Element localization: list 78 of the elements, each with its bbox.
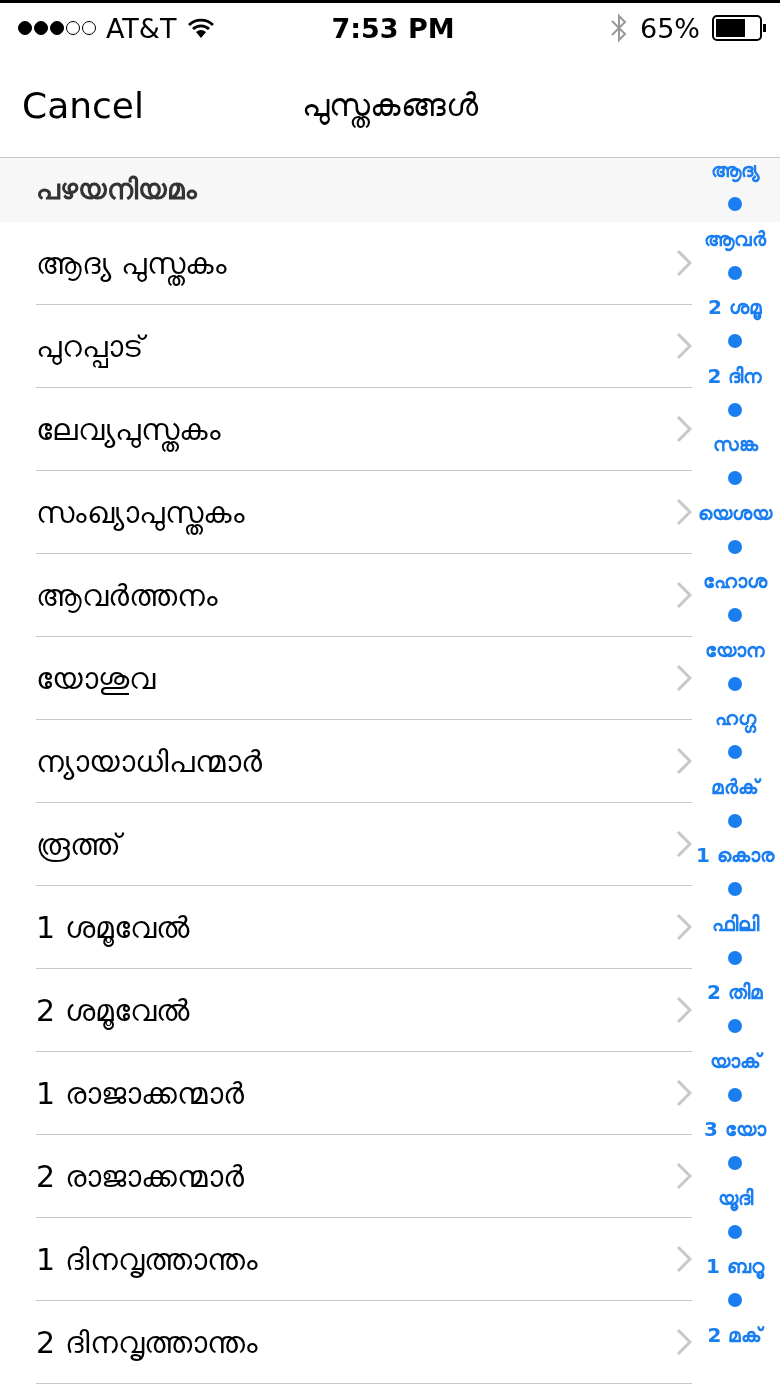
chevron-icon: [676, 249, 692, 277]
chevron-icon: [676, 415, 692, 443]
book-title: രൂത്ത്: [36, 824, 676, 864]
index-dot-icon: [728, 676, 742, 691]
book-title: ന്യായാധിപന്മാർ: [36, 742, 263, 781]
book-row[interactable]: ന്യായാധിപന്മാർ: [36, 720, 692, 803]
book-row[interactable]: യോശുവ: [36, 637, 692, 720]
index-dot-icon: [728, 745, 742, 760]
book-row[interactable]: 1 ദിനവൃത്താന്തം: [36, 1218, 692, 1301]
carrier-name: AT&T: [106, 12, 177, 44]
book-row[interactable]: ലേവ്യപുസ്തകം: [36, 388, 692, 471]
index-entry[interactable]: 1 കൊര: [696, 843, 774, 867]
index-entry[interactable]: ഹോശ: [703, 569, 767, 593]
index-entry[interactable]: യോന: [705, 637, 765, 662]
index-dot-icon: [728, 334, 742, 349]
index-entry[interactable]: ഫിലി: [711, 911, 759, 936]
battery-icon: [712, 15, 768, 41]
index-dot-icon: [728, 950, 742, 965]
index-entry[interactable]: 2 ദിന: [707, 363, 763, 388]
section-title: പഴയനിയമം: [36, 173, 197, 207]
index-dot-icon: [728, 882, 742, 897]
index-dot-icon: [728, 608, 742, 623]
index-dot-icon: [728, 1293, 742, 1308]
index-dot-icon: [728, 402, 742, 417]
index-entry[interactable]: സങ്ക: [712, 432, 758, 456]
book-row[interactable]: ആവർത്തനം: [36, 554, 692, 637]
index-dot-icon: [728, 539, 742, 554]
index-dot-icon: [728, 1224, 742, 1239]
chevron-icon: [676, 332, 692, 360]
index-entry[interactable]: 2 മക്: [707, 1322, 763, 1347]
index-dot-icon: [728, 265, 742, 280]
battery-percent: 65%: [640, 12, 700, 44]
index-entry[interactable]: 2 തിമ: [707, 980, 763, 1004]
index-entry[interactable]: 3 യോ: [704, 1117, 766, 1141]
chevron-icon: [676, 1162, 692, 1190]
index-dot-icon: [728, 1019, 742, 1034]
book-row[interactable]: പുറപ്പാട്: [36, 305, 692, 388]
book-row[interactable]: 2 ദിനവൃത്താന്തം: [36, 1301, 692, 1384]
index-dot-icon: [728, 1156, 742, 1171]
book-title: 1 ദിനവൃത്താന്തം: [36, 1240, 259, 1279]
book-row[interactable]: 1 രാജാക്കന്മാർ: [36, 1052, 692, 1135]
chevron-icon: [676, 498, 692, 526]
index-entry[interactable]: ആവർ: [704, 226, 766, 251]
index-dot-icon: [728, 813, 742, 828]
wifi-icon: [186, 16, 217, 40]
book-title: 2 ദിനവൃത്താന്തം: [36, 1323, 259, 1362]
book-title: പുറപ്പാട്: [36, 326, 676, 366]
chevron-icon: [676, 1079, 692, 1107]
book-title: യോശുവ: [36, 659, 157, 698]
book-row[interactable]: സംഖ്യാപുസ്തകം: [36, 471, 692, 554]
chevron-icon: [676, 1328, 692, 1356]
chevron-icon: [676, 996, 692, 1024]
book-title: 2 ശമൂവേൽ: [36, 991, 191, 1030]
cancel-button[interactable]: Cancel: [0, 84, 144, 126]
clock: 7:53 PM: [331, 12, 455, 44]
index-entry[interactable]: യൂദി: [717, 1185, 753, 1210]
book-row[interactable]: 2 ശമൂവേൽ: [36, 969, 692, 1052]
index-entry[interactable]: 2 ശമൂ: [708, 295, 762, 319]
index-dot-icon: [728, 471, 742, 486]
chevron-icon: [676, 1245, 692, 1273]
index-entry[interactable]: യെശയ: [698, 500, 772, 525]
index-dot-icon: [728, 1087, 742, 1102]
book-row[interactable]: ആദ്യ പുസ്തകം: [36, 222, 692, 305]
chevron-icon: [676, 747, 692, 775]
chevron-icon: [676, 664, 692, 692]
chevron-icon: [676, 913, 692, 941]
book-title: 2 രാജാക്കന്മാർ: [36, 1157, 245, 1196]
book-row[interactable]: 1 ശമൂവേൽ: [36, 886, 692, 969]
book-row[interactable]: രൂത്ത്: [36, 803, 692, 886]
index-entry[interactable]: ആദ്യ: [710, 158, 760, 182]
chevron-icon: [676, 830, 692, 858]
book-title: 1 രാജാക്കന്മാർ: [36, 1074, 245, 1113]
chevron-icon: [676, 581, 692, 609]
book-title: 1 ശമൂവേൽ: [36, 908, 191, 947]
bluetooth-icon: [610, 12, 628, 44]
book-title: ആവർത്തനം: [36, 576, 219, 615]
index-entry[interactable]: 1 ബറൂ: [706, 1254, 764, 1278]
book-row[interactable]: 2 രാജാക്കന്മാർ: [36, 1135, 692, 1218]
